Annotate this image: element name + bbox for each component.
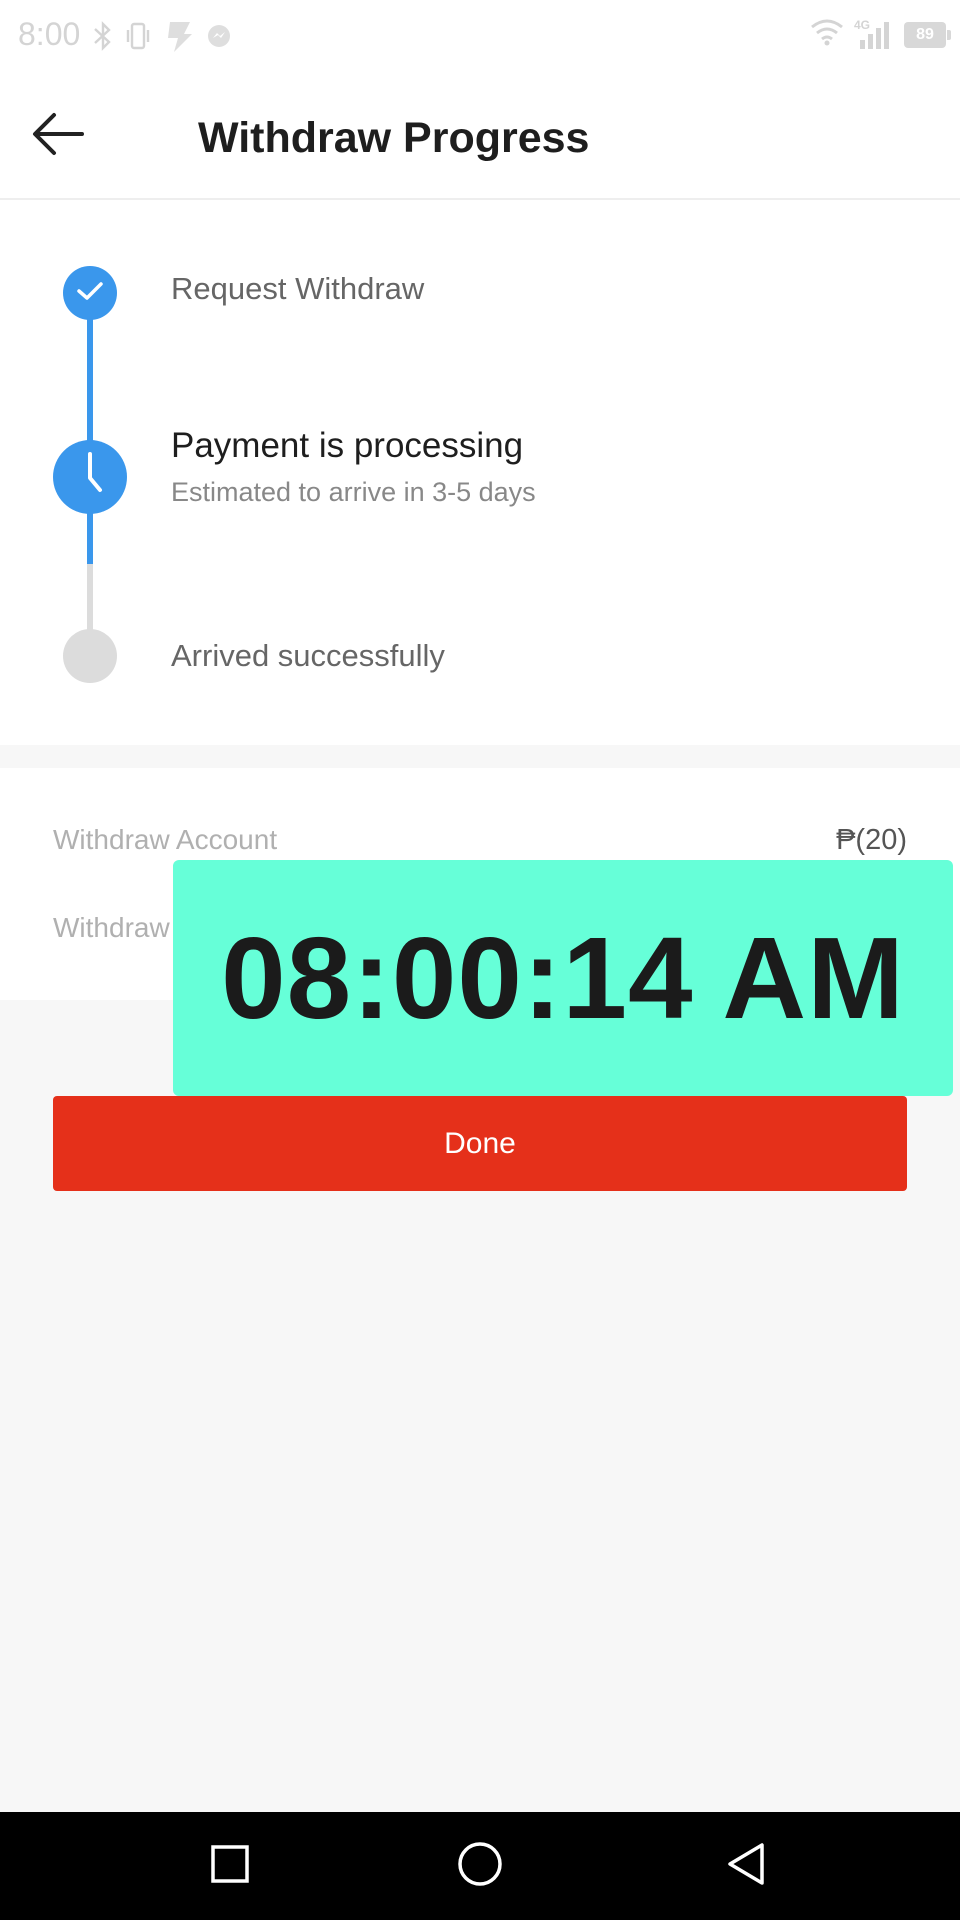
progress-timeline: Request Withdraw Payment is processing E… [0,200,960,745]
withdraw-amount-label: Withdraw [53,912,170,943]
timestamp-text: 08:00:14 AM [221,913,905,1043]
done-button[interactable]: Done [53,1096,907,1191]
app-header: Withdraw Progress [0,70,960,200]
system-nav-bar [0,1812,960,1920]
vibrate-icon [124,20,152,57]
check-icon [76,280,104,307]
battery-level: 89 [916,25,934,43]
battery-icon: 89 [904,21,951,48]
step-current-marker [53,440,127,514]
back-triangle-icon [725,1841,767,1892]
timeline-line-active [87,292,93,564]
status-right-icons: 4G 89 [810,18,951,51]
signal-icon: 4G [854,18,894,50]
bluetooth-icon [92,20,114,57]
recent-apps-icon [210,1844,250,1889]
messenger-icon [206,23,232,54]
status-time: 8:00 [18,16,81,52]
step-pending-marker [63,629,117,683]
app-notification-icon [162,18,196,59]
timestamp-overlay: 08:00:14 AM [173,860,953,1096]
home-icon [456,1840,504,1893]
home-button[interactable] [452,1838,508,1894]
page-title: Withdraw Progress [198,114,590,162]
recent-apps-button[interactable] [202,1838,258,1894]
withdraw-account-label: Withdraw Account [53,824,278,855]
step-done-marker [63,266,117,320]
status-left-icons [92,18,232,59]
step-request-withdraw-label: Request Withdraw [171,271,425,306]
step-arrived-label: Arrived successfully [171,638,445,673]
clock-icon [53,438,127,517]
wifi-icon [810,18,844,51]
nav-back-button[interactable] [718,1838,774,1894]
arrow-left-icon [32,112,84,161]
step-payment-processing-subtitle: Estimated to arrive in 3-5 days [171,477,536,507]
back-button[interactable] [28,106,88,166]
status-bar: 8:00 4G 89 [0,0,960,70]
withdraw-account-value: ₱(20) [836,824,907,856]
step-payment-processing-label: Payment is processing [171,426,524,465]
